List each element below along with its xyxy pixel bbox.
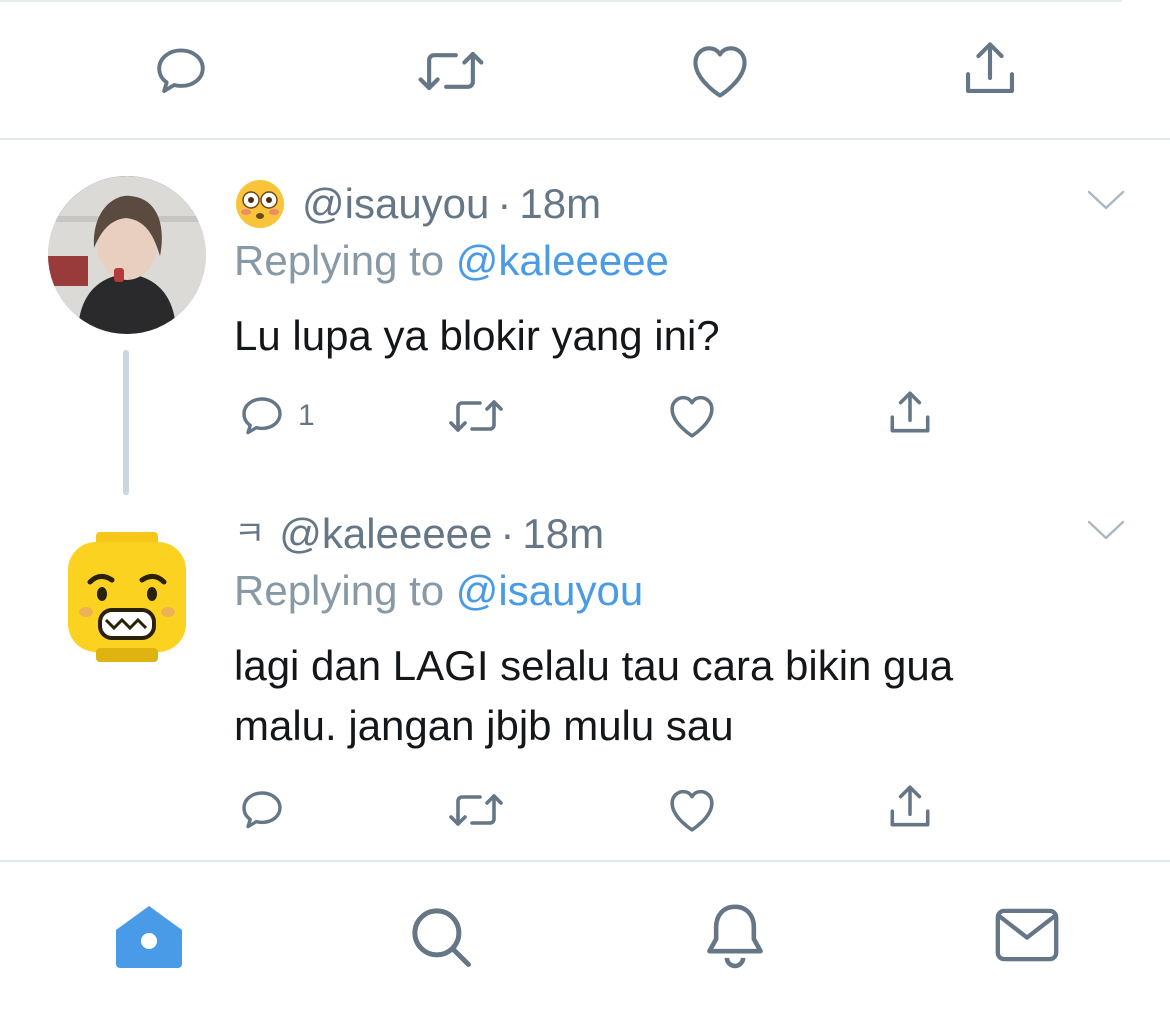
timestamp[interactable]: 18m — [522, 510, 604, 557]
reply-icon[interactable] — [238, 786, 286, 834]
tabbar-divider — [0, 860, 1170, 862]
name-emoji: ㅋ — [234, 514, 266, 553]
home-icon[interactable] — [114, 904, 184, 968]
mail-icon[interactable] — [994, 906, 1060, 964]
replying-to: Replying to @kaleeeee — [234, 237, 669, 284]
share-icon[interactable] — [957, 38, 1023, 100]
replying-to: Replying to @isauyou — [234, 567, 644, 614]
avatar[interactable] — [48, 176, 206, 334]
retweet-icon[interactable] — [448, 790, 504, 830]
share-icon[interactable] — [884, 388, 936, 438]
user-handle[interactable]: @kaleeeee — [279, 510, 492, 557]
like-icon[interactable] — [666, 393, 718, 439]
thread-connector — [123, 350, 129, 495]
tweet-text: Lu lupa ya blokir yang ini? — [234, 312, 720, 359]
like-icon[interactable] — [666, 787, 718, 833]
timestamp[interactable]: 18m — [519, 180, 601, 227]
like-icon[interactable] — [689, 42, 751, 100]
mention-link[interactable]: @isauyou — [456, 567, 643, 614]
retweet-icon[interactable] — [448, 396, 504, 436]
dot-separator: · — [497, 179, 512, 227]
chevron-down-icon[interactable] — [1086, 188, 1126, 212]
dot-separator: · — [500, 509, 515, 557]
tweet-text: lagi dan LAGI selalu tau cara bikin gua … — [234, 636, 1114, 756]
share-icon[interactable] — [884, 782, 936, 832]
chevron-down-icon[interactable] — [1086, 518, 1126, 542]
user-handle[interactable]: @isauyou — [302, 180, 489, 227]
retweet-icon[interactable] — [417, 46, 485, 96]
tweet-text-line: lagi dan LAGI selalu tau cara bikin gua — [234, 642, 954, 689]
reply-icon[interactable] — [238, 392, 286, 440]
tweet-header: @isauyou · 18m — [234, 176, 601, 230]
tweet-text-line: malu. jangan jbjb mulu sau — [234, 702, 734, 749]
reply-icon[interactable] — [152, 42, 210, 100]
search-icon[interactable] — [408, 904, 474, 970]
flushed-face-emoji — [234, 178, 286, 230]
bell-icon[interactable] — [702, 900, 768, 970]
section-divider — [0, 138, 1170, 140]
tweet-header: ㅋ @kaleeeee · 18m — [234, 506, 604, 559]
top-divider — [0, 0, 1122, 2]
mention-link[interactable]: @kaleeeee — [456, 237, 669, 284]
avatar[interactable] — [66, 532, 188, 664]
reply-count: 1 — [298, 399, 315, 432]
